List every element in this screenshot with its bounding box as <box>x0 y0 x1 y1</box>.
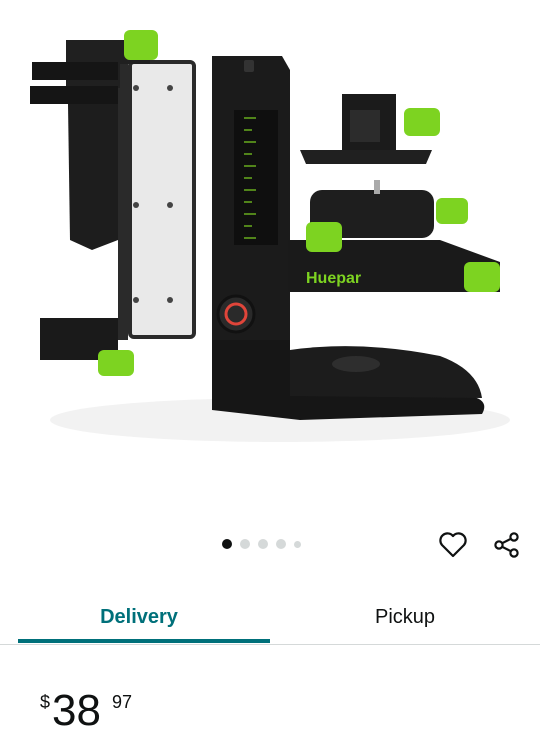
tab-delivery-label: Delivery <box>100 605 178 628</box>
product-page: Huepar Delivery Pickup $ 38 97 <box>0 0 540 742</box>
wishlist-button[interactable] <box>436 528 470 562</box>
brand-logo: Huepar <box>306 270 361 287</box>
tab-pickup-label: Pickup <box>374 605 436 628</box>
top-mount <box>300 94 440 164</box>
rotating-base: Huepar <box>288 180 500 292</box>
foot <box>212 340 485 420</box>
carousel-dot-4[interactable] <box>276 539 286 549</box>
price-whole: 38 <box>52 686 101 735</box>
heart-outline-icon <box>439 532 467 558</box>
price-currency-symbol: $ <box>40 692 51 712</box>
fulfillment-tabs: Delivery Pickup <box>0 592 540 645</box>
laser-mount-illustration: Huepar <box>30 30 510 442</box>
image-carousel-dots[interactable] <box>222 539 301 549</box>
price-fraction: 97 <box>112 692 133 712</box>
share-button[interactable] <box>490 528 524 562</box>
carousel-dot-3[interactable] <box>258 539 268 549</box>
product-image[interactable]: Huepar <box>0 0 540 520</box>
carousel-dot-1[interactable] <box>222 539 232 549</box>
clamp-assembly <box>30 30 196 376</box>
tab-delivery[interactable]: Delivery <box>8 592 270 642</box>
carousel-dot-5[interactable] <box>294 540 301 548</box>
carousel-dot-2[interactable] <box>240 539 250 549</box>
tab-selected-indicator <box>18 639 270 643</box>
share-icon <box>494 532 519 558</box>
tab-pickup[interactable]: Pickup <box>270 592 540 642</box>
